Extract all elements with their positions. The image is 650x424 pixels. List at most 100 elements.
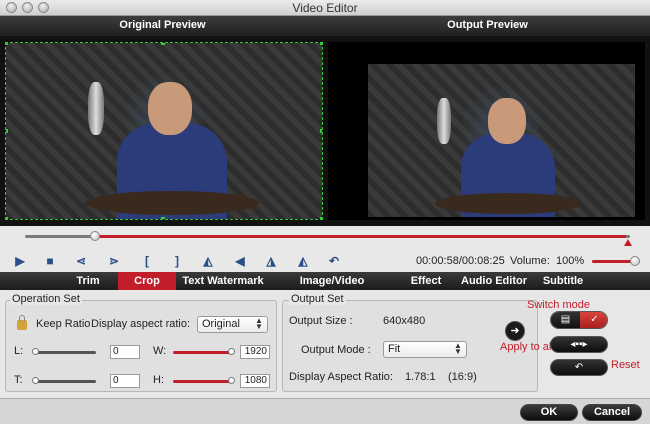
play-icon[interactable]: ▶ [13,254,27,268]
reset-label: Reset [611,359,640,371]
timeline-end-marker[interactable] [624,239,632,246]
width-slider[interactable] [173,351,233,354]
display-aspect-ratio-select[interactable]: Original ▲ ▼ [197,316,268,333]
rotate-left-icon[interactable]: ◮ [264,254,278,268]
volume-label: Volume: [510,255,550,267]
height-label: H: [153,374,164,386]
user-mode-icon[interactable]: ✓ [580,312,607,328]
output-mode-value: Fit [388,343,401,355]
ok-button[interactable]: OK [520,404,578,421]
mark-out-icon[interactable]: ] [170,254,184,268]
video-frame [6,43,322,219]
tab-audio-editor[interactable]: Audio Editor [458,272,530,290]
width-slider-knob[interactable] [228,348,235,355]
mark-in-icon[interactable]: [ [140,254,154,268]
tab-trim[interactable]: Trim [62,272,114,290]
select-arrows-icon: ▲ ▼ [255,316,263,331]
window-title: Video Editor [292,1,358,15]
width-input[interactable]: 1920 [240,345,270,359]
list-mode-icon[interactable]: ▤ [551,312,580,328]
switch-mode-button[interactable]: ▤ ✓ [550,311,608,329]
tab-text-watermark[interactable]: Text Watermark [180,272,266,290]
switch-mode-label: Switch mode [527,299,590,311]
flip-vertical-icon[interactable]: ◀ [233,254,247,268]
preview-header: Original Preview Output Preview [0,16,650,36]
output-size-label: Output Size : [289,315,353,327]
top-input[interactable]: 0 [110,374,140,388]
guitar-image [85,190,259,216]
crop-handle-bottom-right[interactable] [320,217,322,219]
crop-handle-top-right[interactable] [320,43,322,45]
left-label: L: [14,345,24,357]
stop-icon[interactable]: ■ [43,254,57,268]
display-aspect-ratio-output-label: Display Aspect Ratio: [289,371,393,383]
left-slider-knob[interactable] [32,348,39,355]
lock-icon[interactable] [17,315,27,330]
top-label: T: [14,374,23,386]
output-video-frame [368,64,635,217]
undo-icon[interactable]: ↶ [327,254,341,268]
output-guitar-image [434,192,582,214]
volume-slider-knob[interactable] [630,256,640,266]
tab-subtitle[interactable]: Subtitle [534,272,592,290]
display-aspect-ratio-value: Original [202,318,240,330]
width-label: W: [153,345,167,357]
flip-horizontal-icon[interactable]: ◭ [201,254,215,268]
top-slider[interactable] [34,380,96,383]
apply-to-all-button[interactable]: ◂▪▪▸ [550,336,608,353]
reset-icon: ↶ [574,362,584,373]
height-input[interactable]: 1080 [240,374,270,388]
output-video-subject-head [488,97,526,144]
output-mode-select[interactable]: Fit ▲ ▼ [383,341,467,358]
crop-handle-left[interactable] [6,129,8,133]
height-slider[interactable] [173,380,233,383]
height-slider-knob[interactable] [228,377,235,384]
display-aspect-ratio-output-value: 1.78:1 [405,371,436,383]
editor-tabs: Trim Crop Text Watermark Image/Video Wat… [0,272,650,305]
rotate-right-icon[interactable]: ◭ [296,254,310,268]
arrow-right-icon[interactable]: ➜ [505,321,525,341]
output-set-title: Output Set [289,293,346,305]
output-microphone-image [437,97,451,144]
crop-handle-bottom-left[interactable] [6,217,8,219]
original-preview-label: Original Preview [119,19,206,31]
tab-crop[interactable]: Crop [118,272,176,290]
operation-set-group: Operation Set Keep Ratio Display aspect … [5,293,277,392]
operation-set-title: Operation Set [10,293,82,305]
keep-ratio-label[interactable]: Keep Ratio [36,318,90,330]
reset-button[interactable]: ↶ [550,359,608,376]
trim-end-icon[interactable]: ⋗ [107,254,121,268]
output-mode-label: Output Mode : [301,344,371,356]
playback-time: 00:00:58/00:08:25 [416,255,505,267]
microphone-image [88,81,104,135]
footer-bar: OK Cancel [0,398,650,424]
left-slider[interactable] [34,351,96,354]
tab-effect[interactable]: Effect [400,272,452,290]
top-slider-knob[interactable] [32,377,39,384]
output-size-value: 640x480 [383,315,426,327]
timeline-selected-range [94,235,626,238]
select-arrows-icon: ▲ ▼ [454,341,462,356]
timeline-scrubber[interactable] [0,226,650,250]
apply-grid-icon: ◂▪▪▸ [570,339,588,350]
tab-image-video-watermark[interactable]: Image/Video Watermark [270,272,394,305]
output-preview-label: Output Preview [447,19,528,31]
title-bar: Video Editor [0,0,650,16]
volume-value: 100% [556,255,585,267]
original-video-preview[interactable] [5,42,323,220]
crop-handle-bottom[interactable] [161,217,165,219]
crop-handle-top-left[interactable] [6,43,8,45]
left-input[interactable]: 0 [110,345,140,359]
playback-controls: ▶ ■ ⋖ ⋗ [ ] ◭ ◀ ◮ ◭ ↶ 00:00:58/00:08:25 … [0,250,650,272]
timeline-playhead[interactable] [89,231,100,241]
display-aspect-ratio-output-extra: (16:9) [448,371,477,383]
crop-settings-panel: Operation Set Keep Ratio Display aspect … [0,290,650,398]
cancel-button[interactable]: Cancel [582,404,642,421]
display-aspect-ratio-label: Display aspect ratio: [91,318,191,330]
trim-start-icon[interactable]: ⋖ [74,254,88,268]
output-video-scene [368,64,635,217]
apply-to-all-label: Apply to all [500,341,554,353]
video-subject-head [148,81,193,135]
crop-handle-right[interactable] [320,129,322,133]
crop-handle-top[interactable] [161,43,165,45]
